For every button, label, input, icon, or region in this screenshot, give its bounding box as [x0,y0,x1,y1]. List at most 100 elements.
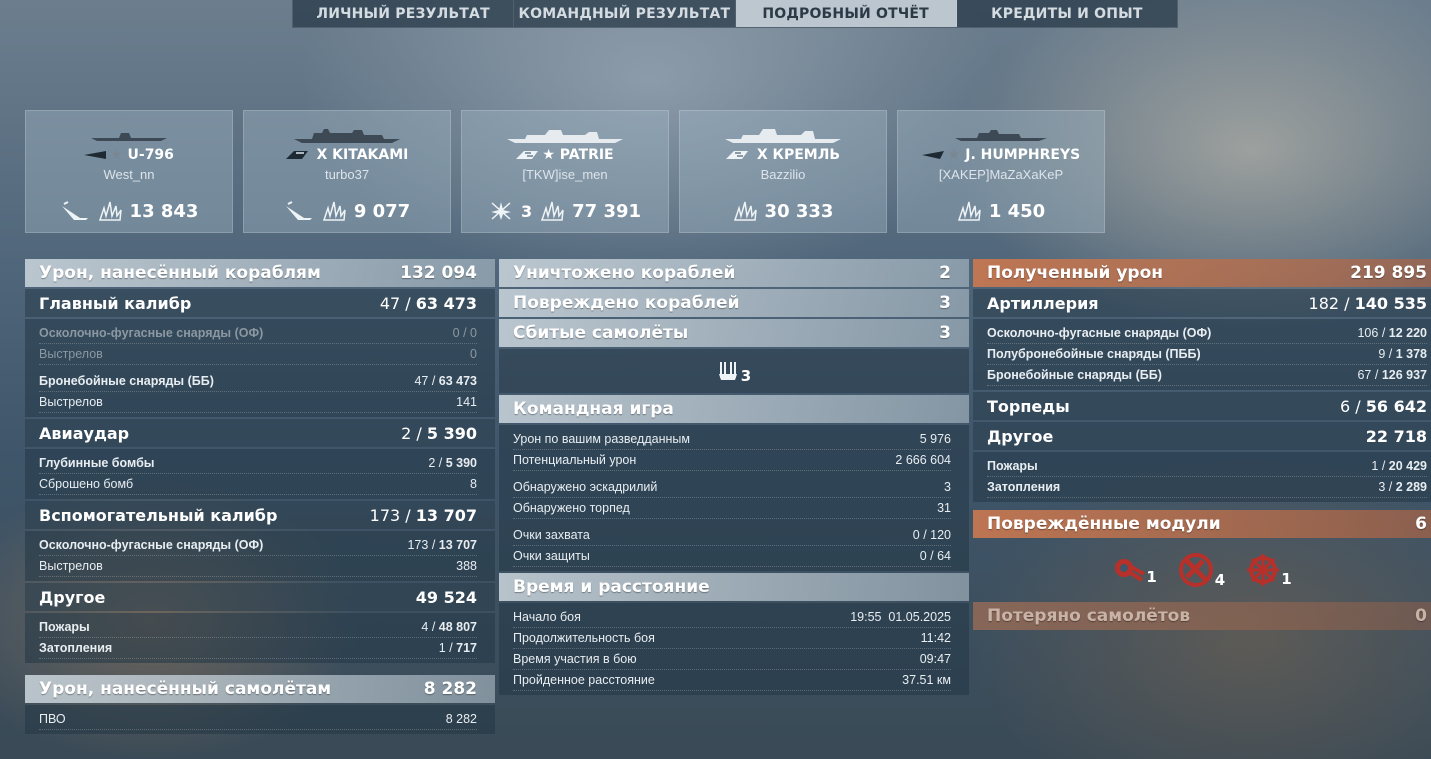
battle-summary-panel: Уничтожено кораблей 2 Повреждено кораблей… [499,259,969,697]
received-damage-header: Полученный урон 219 895 [973,259,1431,287]
battle-start-row: Начало боя 19:55 01.05.2025 [513,607,951,628]
bombs-dropped-row: Сброшено бомб 8 [39,474,477,495]
ship-name: ★ PATRIE [462,147,668,163]
tab-detailed-report[interactable]: ПОДРОБНЫЙ ОТЧЁТ [735,0,957,27]
torpedo-hit-icon [285,201,312,220]
module-item: 4 [1177,551,1225,589]
ship-silhouette-icon [725,129,841,143]
tab-personal-result[interactable]: ЛИЧНЫЙ РЕЗУЛЬТАТ [293,0,515,27]
damaged-modules-list: 1 4 1 [973,540,1431,600]
damage-received-panel: Полученный урон 219 895 Артиллерия 182 / 1… [973,259,1431,632]
ship-card[interactable]: ★ U-796 West_nn 13 843 [25,110,233,233]
battleship-icon [516,151,539,159]
ap-shots-row: Выстрелов 141 [39,392,477,413]
ship-card[interactable]: X KITAKAMI turbo37 9 077 [243,110,451,233]
damage-value: 30 333 [764,200,834,222]
submarine-icon [84,151,107,159]
received-ap-row: Бронебойные снаряды (ББ) 67 / 126 937 [987,365,1427,386]
teamplay-header: Командная игра [499,395,969,423]
depth-charges-row: Глубинные бомбы 2 / 5 390 [39,453,477,474]
ship-damage-header: Урон, нанесённый кораблям 132 094 [25,259,495,287]
player-name: turbo37 [324,167,370,182]
ship-silhouette-icon [294,129,400,143]
damage-splash-icon [322,201,346,221]
received-he-row: Осколочно-фугасные снаряды (ОФ) 106 / 12 … [987,323,1427,344]
ships-damaged-header: Повреждено кораблей 3 [499,289,969,317]
player-name: Bazzilio [760,167,806,182]
ship-silhouette-icon [955,130,1047,141]
damage-value: 9 077 [353,200,411,222]
tab-team-result[interactable]: КОМАНДНЫЙ РЕЗУЛЬТАТ [514,0,736,27]
ships-destroyed-header: Уничтожено кораблей 2 [499,259,969,287]
cruiser-icon [285,151,308,159]
fires-row: Пожары 4 / 48 807 [39,617,477,638]
damage-value: 13 843 [129,200,199,222]
player-name: [TKW]ise_men [522,167,608,182]
potential-damage-row: Потенциальный урон 2 666 604 [513,450,951,471]
secondary-shots-row: Выстрелов 388 [39,556,477,577]
planes-destroyed-value: 3 [520,201,533,221]
damage-dealt-panel: Урон, нанесённый кораблям 132 094 Главный… [25,259,495,736]
player-name: [XAKEP]MaZaXaKeP [938,167,1064,182]
ship-name: X КРЕМЛЬ [680,147,886,163]
aa-gun-icon [718,362,737,380]
plane-destroyed-icon [490,202,511,220]
capture-points-row: Очки захвата 0 / 120 [513,525,951,546]
gun-turret-icon [1115,559,1146,582]
ship-card[interactable]: X КРЕМЛЬ Bazzilio 30 333 [679,110,887,233]
ship-silhouette-icon [507,130,623,143]
other-damage-row: Другое 49 524 [25,583,495,611]
player-name: West_nn [103,167,155,182]
damage-splash-icon [98,201,122,221]
airstrike-row: Авиаудар 2 / 5 390 [25,419,495,447]
secondary-he-row: Осколочно-фугасные снаряды (ОФ) 173 / 13 … [39,535,477,556]
ship-name: X KITAKAMI [244,147,450,163]
received-torpedoes-row: Торпеды 6 / 56 642 [973,392,1431,420]
plane-damage-header: Урон, нанесённый самолётам 8 282 [25,675,495,703]
torpedo-hit-icon [61,201,88,220]
floods-row: Затопления 1 / 717 [39,638,477,659]
spotting-damage-row: Урон по вашим разведданным 5 976 [513,429,951,450]
he-shells-row: Осколочно-фугасные снаряды (ОФ) 0 / 0 [39,323,477,344]
torpedo-tube-icon [1178,553,1213,587]
received-other-row: Другое 22 718 [973,422,1431,450]
damage-splash-icon [541,201,564,221]
tab-bar: ЛИЧНЫЙ РЕЗУЛЬТАТ КОМАНДНЫЙ РЕЗУЛЬТАТ ПОД… [292,0,1178,28]
received-floods-row: Затопления 3 / 2 289 [987,477,1427,498]
battleship-icon [725,151,748,159]
distance-row: Пройденное расстояние 37.51 км [513,670,951,691]
aa-kills-indicator: 3 [499,349,969,393]
secondary-battery-row: Вспомогательный калибр 173 / 13 707 [25,501,495,529]
he-shots-row: Выстрелов 0 [39,344,477,365]
squadrons-spotted-row: Обнаружено эскадрилий 3 [513,477,951,498]
destroyer-icon [921,151,944,159]
time-distance-header: Время и расстояние [499,573,969,601]
battle-duration-row: Продолжительность боя 11:42 [513,628,951,649]
ship-cards: ★ U-796 West_nn 13 843 X KITAKAMI turbo3… [25,110,1105,233]
aa-row: ПВО 8 282 [39,709,477,730]
ship-name: ★ J. HUMPHREYS [898,147,1104,163]
tab-credits-xp[interactable]: КРЕДИТЫ И ОПЫТ [957,0,1177,27]
ship-card[interactable]: ★ J. HUMPHREYS [XAKEP]MaZaXaKeP 1 450 [897,110,1105,233]
damage-value: 77 391 [572,200,642,222]
damaged-modules-header: Повреждённые модули 6 [973,510,1431,538]
participation-time-row: Время участия в бою 09:47 [513,649,951,670]
ap-shells-row: Бронебойные снаряды (ББ) 47 / 63 473 [39,371,477,392]
artillery-row: Артиллерия 182 / 140 535 [973,289,1431,317]
main-battery-row: Главный калибр 47 / 63 473 [25,289,495,317]
received-sap-row: Полубронебойные снаряды (ПББ) 9 / 1 378 [987,344,1427,365]
ship-silhouette-icon [91,133,167,141]
defense-points-row: Очки защиты 0 / 64 [513,546,951,567]
torpedoes-spotted-row: Обнаружено торпед 31 [513,498,951,519]
damage-value: 1 450 [988,200,1046,222]
module-item: 1 [1245,552,1292,588]
damage-splash-icon [957,201,981,221]
ship-name: ★ U-796 [26,147,232,163]
module-item: 1 [1112,554,1157,586]
received-fires-row: Пожары 1 / 20 429 [987,456,1427,477]
planes-lost-header: Потеряно самолётов 0 [973,602,1431,630]
ship-card[interactable]: ★ PATRIE [TKW]ise_men 3 77 391 [461,110,669,233]
steering-gear-icon [1247,554,1280,586]
damage-splash-icon [733,201,757,221]
planes-shot-header: Сбитые самолёты 3 [499,319,969,347]
